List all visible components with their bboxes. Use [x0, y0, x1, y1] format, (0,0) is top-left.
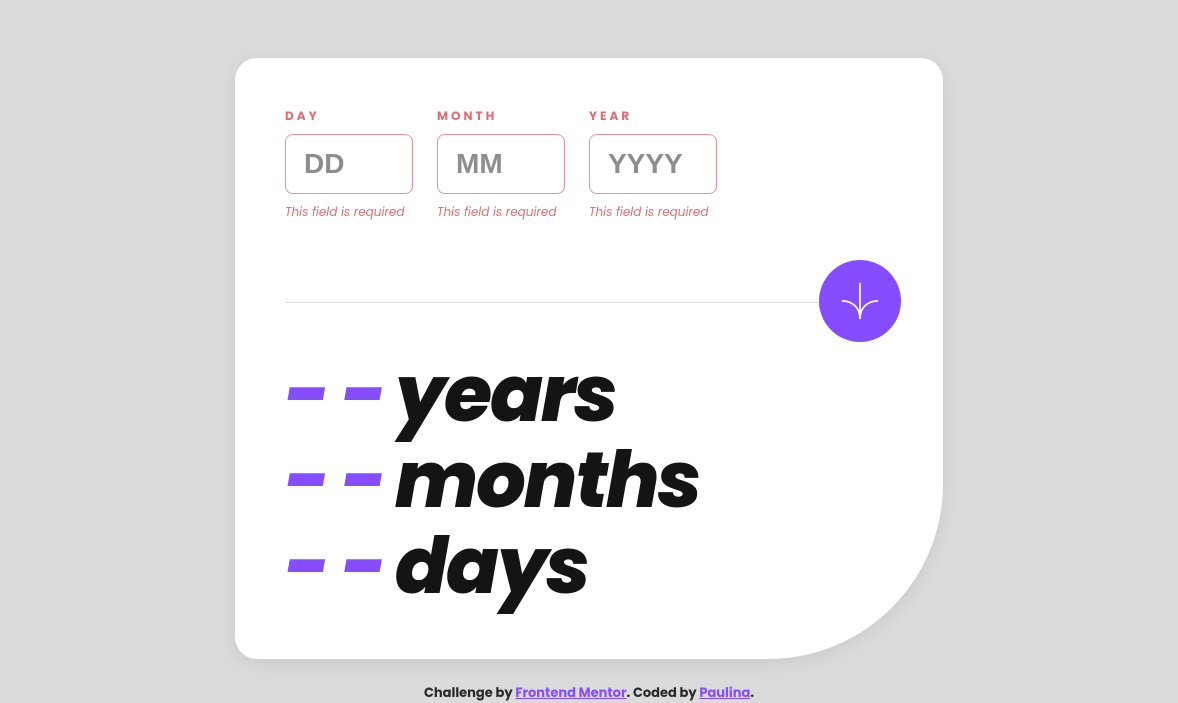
- divider-row: [285, 260, 893, 344]
- month-input[interactable]: [437, 134, 565, 194]
- day-error: This field is required: [285, 204, 413, 222]
- attribution-prefix: Challenge by: [424, 683, 515, 702]
- divider-line: [285, 302, 893, 303]
- arrow-down-icon: [841, 282, 879, 320]
- submit-button[interactable]: [819, 260, 901, 342]
- result-months: - -months: [285, 438, 893, 524]
- age-calculator-card: DAY This field is required MONTH This fi…: [235, 58, 943, 659]
- results: - -years - -months - -days: [285, 352, 893, 609]
- days-value: - -: [285, 512, 385, 621]
- attribution: Challenge by Frontend Mentor. Coded by P…: [424, 683, 754, 703]
- day-label: DAY: [285, 108, 413, 126]
- attribution-middle: . Coded by: [627, 683, 700, 702]
- result-days: - -days: [285, 524, 893, 610]
- attribution-link-author[interactable]: Paulina: [699, 683, 750, 702]
- attribution-link-frontend-mentor[interactable]: Frontend Mentor: [515, 683, 626, 702]
- month-field: MONTH This field is required: [437, 108, 565, 222]
- year-error: This field is required: [589, 204, 717, 222]
- days-label: days: [395, 512, 588, 621]
- attribution-suffix: .: [750, 683, 754, 702]
- month-label: MONTH: [437, 108, 565, 126]
- year-input[interactable]: [589, 134, 717, 194]
- date-inputs-row: DAY This field is required MONTH This fi…: [285, 108, 893, 222]
- year-label: YEAR: [589, 108, 717, 126]
- year-field: YEAR This field is required: [589, 108, 717, 222]
- day-input[interactable]: [285, 134, 413, 194]
- month-error: This field is required: [437, 204, 565, 222]
- day-field: DAY This field is required: [285, 108, 413, 222]
